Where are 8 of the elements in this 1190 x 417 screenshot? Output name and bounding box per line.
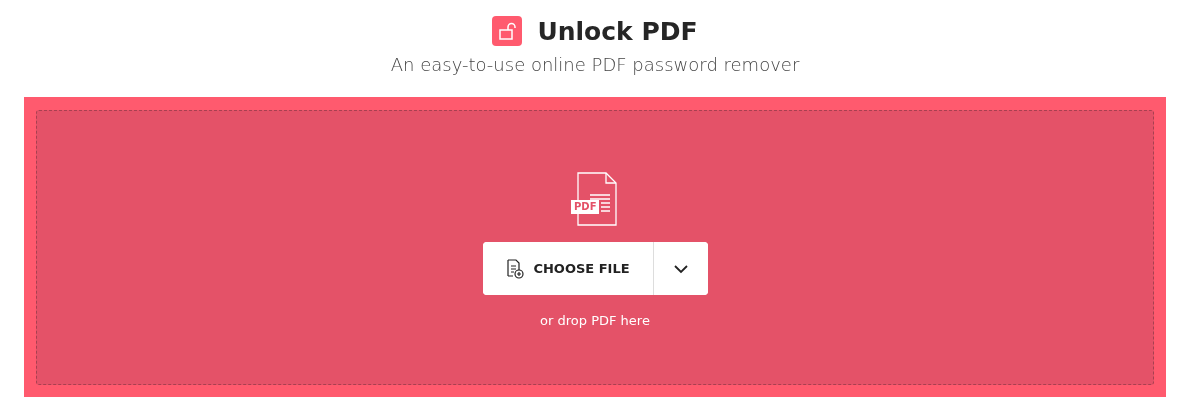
choose-file-button[interactable]: CHOOSE FILE [482,242,654,295]
drop-zone[interactable]: PDF CHOOSE FILE or drop PDF here [36,110,1154,385]
add-file-icon [505,258,526,279]
drop-hint: or drop PDF here [540,313,650,328]
page-title: Unlock PDF [537,16,698,46]
chevron-down-icon [673,263,688,274]
page-subtitle: An easy-to-use online PDF password remover [389,54,801,75]
unlock-icon [492,16,523,46]
